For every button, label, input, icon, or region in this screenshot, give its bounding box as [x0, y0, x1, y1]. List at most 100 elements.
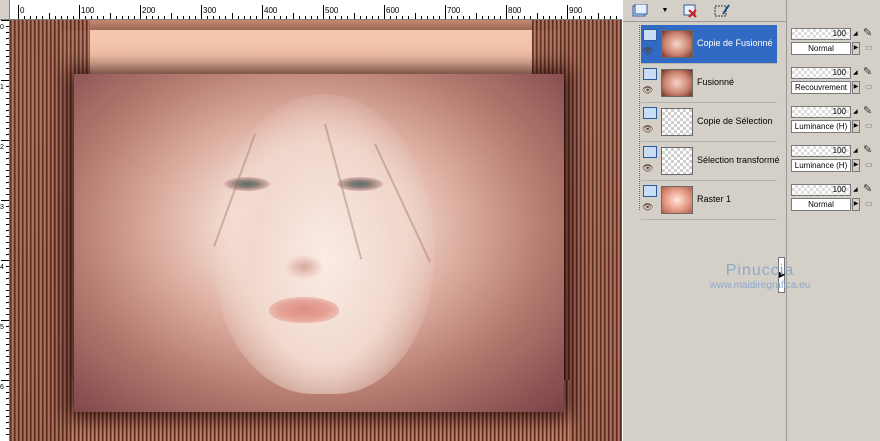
- delete-layer-icon[interactable]: [679, 2, 701, 20]
- ruler-tick: [60, 16, 62, 19]
- right-eye: [337, 177, 383, 191]
- ruler-tick: [591, 16, 593, 19]
- ruler-tick: [6, 290, 9, 291]
- dropdown-arrow-icon[interactable]: ▶: [852, 42, 860, 55]
- ruler-tick: [225, 16, 227, 19]
- ruler-tick: [463, 16, 465, 19]
- layer-mask-icon[interactable]: [643, 107, 657, 119]
- lock-icon[interactable]: ▭: [865, 199, 873, 208]
- layer-mask-icon[interactable]: [643, 185, 657, 197]
- ruler-tick: [6, 98, 9, 99]
- lock-icon[interactable]: ▭: [865, 160, 873, 169]
- ruler-tick: [323, 5, 324, 19]
- opacity-arrow-icon[interactable]: ◢: [853, 147, 858, 154]
- ruler-tick: [6, 428, 9, 429]
- layer-row-selection-transformee[interactable]: 👁 Sélection transformée: [641, 142, 779, 181]
- eye-icon[interactable]: 👁: [642, 163, 653, 174]
- eye-icon[interactable]: 👁: [642, 46, 653, 57]
- layer-mask-icon[interactable]: [643, 146, 657, 158]
- blend-mode-select[interactable]: Normal: [791, 42, 851, 55]
- dropdown-arrow-icon[interactable]: ▶: [852, 81, 860, 94]
- ruler-tick: [201, 5, 202, 19]
- layer-mask-icon[interactable]: [643, 29, 657, 41]
- opacity-field[interactable]: 100: [791, 145, 851, 157]
- ruler-tick: [170, 13, 172, 19]
- ruler-tick: [6, 164, 9, 165]
- blend-mode-select[interactable]: Recouvrement: [791, 81, 851, 94]
- ruler-label: 0: [20, 6, 25, 15]
- ruler-tick: [146, 16, 148, 19]
- ruler-tick: [365, 16, 367, 19]
- opacity-arrow-icon[interactable]: ◢: [853, 30, 858, 37]
- brush-icon[interactable]: ✎: [863, 104, 872, 117]
- layer-row-raster-1[interactable]: 👁 Raster 1: [641, 181, 777, 220]
- lock-icon[interactable]: ▭: [865, 121, 873, 130]
- image-canvas[interactable]: [10, 20, 622, 441]
- ruler-tick: [115, 16, 117, 19]
- opacity-arrow-icon[interactable]: ◢: [853, 108, 858, 115]
- ruler-tick: [377, 16, 379, 19]
- ruler-label: 6: [0, 384, 4, 391]
- ruler-tick: [91, 16, 93, 19]
- brush-icon[interactable]: ✎: [863, 26, 872, 39]
- dropdown-arrow-icon[interactable]: ▶: [852, 159, 860, 172]
- ruler-tick: [280, 16, 282, 19]
- opacity-field[interactable]: 100: [791, 184, 851, 196]
- layer-thumbnail: [661, 108, 693, 136]
- layer-name: Copie de Sélection: [697, 116, 773, 126]
- opacity-field[interactable]: 100: [791, 28, 851, 40]
- edit-selection-icon[interactable]: [711, 2, 733, 20]
- ruler-tick: [207, 16, 209, 19]
- layer-row-fusionne[interactable]: 👁 Fusionné: [641, 64, 777, 103]
- horizontal-ruler: 0 100 200 300 400 500 600 700 800 900: [10, 0, 622, 20]
- layer-visibility: 👁: [641, 146, 659, 178]
- dropdown-arrow-icon[interactable]: ▶: [852, 120, 860, 133]
- brush-icon[interactable]: ✎: [863, 182, 872, 195]
- ruler-tick: [164, 16, 166, 19]
- layer-name: Copie de Fusionné: [697, 38, 773, 48]
- lock-icon[interactable]: ▭: [865, 82, 873, 91]
- opacity-arrow-icon[interactable]: ◢: [853, 69, 858, 76]
- layer-props-row: 100 ◢ ✎ Luminance (H) ▶ ▭: [789, 142, 880, 181]
- layer-mask-icon[interactable]: [643, 68, 657, 80]
- layer-name: Fusionné: [697, 77, 735, 87]
- layer-row-copie-de-fusionne[interactable]: 👁 Copie de Fusionné: [641, 25, 777, 64]
- ruler-tick: [140, 5, 141, 19]
- canvas-area[interactable]: 0 100 200 300 400 500 600 700 800 900 0 1 2 3 4 5 6: [0, 0, 622, 441]
- opacity-field[interactable]: 100: [791, 67, 851, 79]
- brush-icon[interactable]: ✎: [863, 65, 872, 78]
- blend-mode-select[interactable]: Luminance (H): [791, 159, 851, 172]
- ruler-tick: [97, 16, 99, 19]
- ruler-label: 600: [386, 6, 400, 15]
- ruler-tick: [1, 200, 9, 201]
- ruler-tick: [396, 16, 398, 19]
- blend-mode-select[interactable]: Normal: [791, 198, 851, 211]
- ruler-tick: [408, 16, 410, 19]
- ruler-tick: [499, 16, 501, 19]
- blend-mode-select[interactable]: Luminance (H): [791, 120, 851, 133]
- panel-splitter[interactable]: ▶: [777, 25, 785, 441]
- eye-icon[interactable]: 👁: [642, 202, 653, 213]
- ruler-tick: [6, 170, 9, 171]
- layer-new-icon[interactable]: [629, 2, 651, 20]
- opacity-field[interactable]: 100: [791, 106, 851, 118]
- brush-icon[interactable]: ✎: [863, 143, 872, 156]
- opacity-arrow-icon[interactable]: ◢: [853, 186, 858, 193]
- ruler-tick: [548, 16, 550, 19]
- layer-row-copie-de-selection[interactable]: 👁 Copie de Sélection: [641, 103, 777, 142]
- ruler-tick: [1, 380, 9, 381]
- dropdown-arrow-icon[interactable]: ▼: [661, 2, 669, 20]
- lock-icon[interactable]: ▭: [865, 43, 873, 52]
- eye-icon[interactable]: 👁: [642, 124, 653, 135]
- eye-icon[interactable]: 👁: [642, 85, 653, 96]
- ruler-tick: [524, 16, 526, 19]
- ruler-tick: [426, 16, 428, 19]
- ruler-tick: [6, 134, 9, 135]
- dropdown-arrow-icon[interactable]: ▶: [852, 198, 860, 211]
- ruler-tick: [6, 248, 9, 249]
- layers-panel: ▼ 👁 Copie de Fusionné 👁 Fusionné 👁 Copie…: [622, 0, 787, 441]
- ruler-tick: [255, 16, 257, 19]
- ruler-tick: [567, 5, 568, 19]
- ruler-tick: [359, 16, 361, 19]
- ruler-tick: [1, 20, 9, 21]
